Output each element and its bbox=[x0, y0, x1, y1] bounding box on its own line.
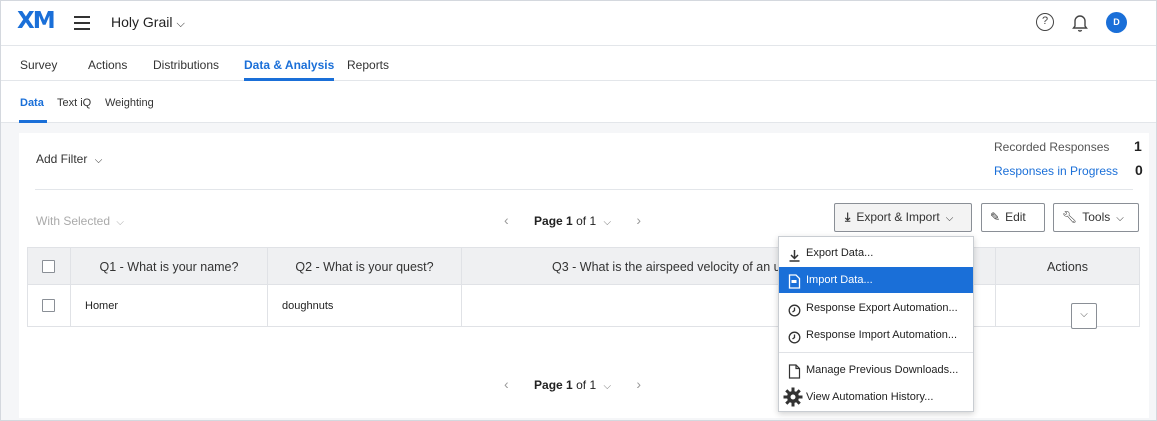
project-selector[interactable]: Holy Grail ⌵ bbox=[111, 14, 185, 31]
page-indicator[interactable]: Page 1 of 1 ⌵ bbox=[534, 378, 611, 392]
menu-item-export-data[interactable]: Export Data... bbox=[779, 240, 973, 266]
with-selected-dropdown[interactable]: With Selected ⌵ bbox=[36, 214, 124, 228]
tab-data-analysis[interactable]: Data & Analysis bbox=[244, 58, 334, 72]
clock-icon bbox=[788, 301, 801, 317]
column-header-q2[interactable]: Q2 - What is your quest? bbox=[268, 248, 462, 284]
chevron-down-icon: ⌵ bbox=[1080, 309, 1088, 320]
responses-in-progress-count: 0 bbox=[1135, 162, 1143, 178]
menu-item-import-data[interactable]: Import Data... bbox=[779, 267, 973, 293]
menu-item-label: Response Import Automation... bbox=[806, 329, 958, 341]
tab-actions[interactable]: Actions bbox=[88, 58, 127, 72]
column-header-q1[interactable]: Q1 - What is your name? bbox=[71, 248, 268, 284]
chevron-down-icon: ⌵ bbox=[945, 213, 954, 224]
help-icon[interactable]: ? bbox=[1036, 13, 1054, 31]
menu-item-label: Export Data... bbox=[806, 247, 874, 259]
project-name: Holy Grail bbox=[111, 14, 173, 30]
page-current: 1 bbox=[566, 214, 573, 228]
top-bar: XM Holy Grail ⌵ ? D bbox=[1, 1, 1156, 46]
prev-page-icon[interactable]: ‹ bbox=[504, 376, 509, 392]
active-subtab-indicator bbox=[19, 120, 47, 123]
edit-label: Edit bbox=[1005, 210, 1026, 224]
cell-actions bbox=[996, 285, 1139, 326]
subtab-text-iq[interactable]: Text iQ bbox=[57, 97, 91, 109]
page-label: Page bbox=[534, 378, 563, 392]
select-all-checkbox[interactable] bbox=[42, 260, 55, 273]
menu-item-label: Manage Previous Downloads... bbox=[806, 364, 959, 376]
chevron-down-icon: ⌵ bbox=[94, 155, 103, 166]
file-import-icon bbox=[788, 273, 801, 289]
document-icon bbox=[788, 363, 801, 379]
page-total: 1 bbox=[589, 214, 597, 228]
page-label: Page bbox=[534, 214, 563, 228]
next-page-icon[interactable]: › bbox=[636, 376, 641, 392]
menu-divider bbox=[779, 352, 973, 353]
chevron-down-icon: ⌵ bbox=[1116, 213, 1124, 224]
tools-button[interactable]: 🔧︎ Tools ⌵ bbox=[1053, 203, 1139, 232]
page-total: 1 bbox=[589, 378, 597, 392]
hamburger-icon[interactable] bbox=[74, 16, 90, 30]
cell-q1: Homer bbox=[71, 285, 268, 326]
with-selected-label: With Selected bbox=[36, 214, 111, 228]
recorded-responses-count: 1 bbox=[1134, 138, 1142, 154]
download-icon bbox=[788, 246, 801, 262]
export-import-label: Export & Import bbox=[856, 210, 940, 224]
row-checkbox[interactable] bbox=[42, 299, 55, 312]
chevron-down-icon: ⌵ bbox=[603, 381, 612, 392]
add-filter-label: Add Filter bbox=[36, 152, 88, 166]
chevron-down-icon: ⌵ bbox=[176, 18, 185, 30]
next-page-icon[interactable]: › bbox=[636, 212, 641, 228]
menu-item-response-export-automation[interactable]: Response Export Automation... bbox=[779, 295, 973, 321]
main-tabs: Survey Actions Distributions Data & Anal… bbox=[1, 46, 1156, 81]
prev-page-icon[interactable]: ‹ bbox=[504, 212, 509, 228]
menu-item-label: View Automation History... bbox=[806, 391, 934, 403]
chevron-down-icon: ⌵ bbox=[603, 217, 612, 228]
clock-icon bbox=[788, 328, 801, 344]
wrench-icon: 🔧︎ bbox=[1062, 210, 1078, 224]
subtab-weighting[interactable]: Weighting bbox=[105, 97, 154, 109]
export-import-button[interactable]: ⤓ Export & Import ⌵ bbox=[834, 203, 972, 232]
menu-item-label: Import Data... bbox=[806, 274, 873, 286]
add-filter-button[interactable]: Add Filter ⌵ bbox=[36, 152, 102, 166]
edit-button[interactable]: ✎ Edit bbox=[981, 203, 1045, 232]
tools-label: Tools bbox=[1082, 210, 1111, 224]
data-card: Add Filter ⌵ Recorded Responses 1 Respon… bbox=[19, 133, 1149, 418]
responses-in-progress-link[interactable]: Responses in Progress bbox=[994, 164, 1118, 178]
column-header-actions: Actions bbox=[1047, 260, 1088, 274]
sub-tabs: Data Text iQ Weighting bbox=[1, 81, 1156, 123]
header-checkbox-cell bbox=[28, 248, 71, 284]
cell-q2: doughnuts bbox=[268, 285, 462, 326]
export-import-menu: Export Data... Import Data... Response E… bbox=[778, 236, 974, 412]
recorded-responses-label: Recorded Responses bbox=[994, 140, 1110, 154]
column-header-q3-label: Q3 - What is the airspeed velocity of an… bbox=[552, 260, 812, 274]
menu-item-view-automation-history[interactable]: View Automation History... bbox=[779, 384, 973, 410]
app-window: XM Holy Grail ⌵ ? D Survey Actions Distri… bbox=[0, 0, 1157, 421]
avatar[interactable]: D bbox=[1106, 12, 1127, 33]
page-of: of bbox=[576, 378, 587, 392]
tab-distributions[interactable]: Distributions bbox=[153, 58, 219, 72]
pagination-bottom: ‹ Page 1 of 1 ⌵ › bbox=[504, 376, 641, 392]
subtab-data[interactable]: Data bbox=[20, 97, 44, 109]
download-icon: ⤓ bbox=[845, 210, 851, 224]
menu-item-label: Response Export Automation... bbox=[806, 302, 958, 314]
row-actions-button[interactable]: ⌵ bbox=[1071, 303, 1097, 329]
page-of: of bbox=[576, 214, 587, 228]
gear-icon bbox=[783, 387, 803, 407]
page-indicator[interactable]: Page 1 of 1 ⌵ bbox=[534, 214, 611, 228]
pencil-icon: ✎ bbox=[990, 210, 1001, 224]
bell-icon[interactable] bbox=[1071, 13, 1089, 33]
tab-reports[interactable]: Reports bbox=[347, 58, 389, 72]
tab-survey[interactable]: Survey bbox=[20, 58, 57, 72]
divider bbox=[35, 189, 1133, 190]
menu-item-manage-previous-downloads[interactable]: Manage Previous Downloads... bbox=[779, 357, 973, 383]
menu-item-response-import-automation[interactable]: Response Import Automation... bbox=[779, 322, 973, 348]
pagination-top: ‹ Page 1 of 1 ⌵ › bbox=[504, 212, 641, 228]
chevron-down-icon: ⌵ bbox=[116, 217, 124, 228]
xm-logo[interactable]: XM bbox=[17, 8, 56, 34]
row-checkbox-cell bbox=[28, 285, 71, 326]
page-current: 1 bbox=[566, 378, 573, 392]
